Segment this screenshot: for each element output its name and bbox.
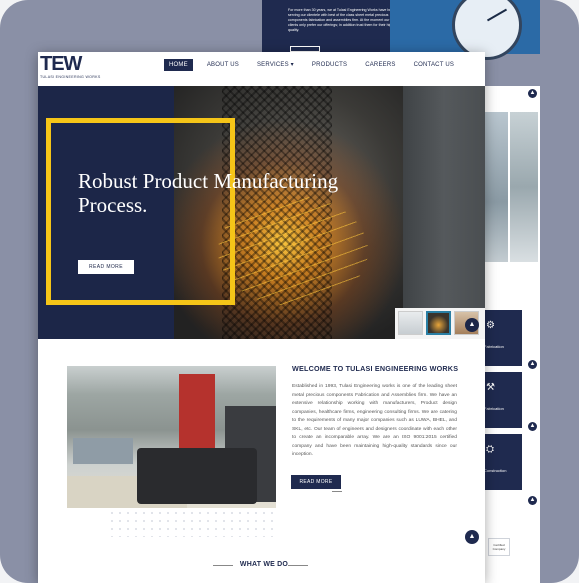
- site-header: TEW TULASI ENGINEERING WORKS HOME ABOUT …: [38, 52, 485, 86]
- slide-thumbnail-active[interactable]: [426, 311, 451, 335]
- background-right-page: ▲ ⚙ Fabrication ▲ ⚒ Fabrication ▲ ⛭ Cons…: [484, 86, 540, 583]
- scroll-up-icon[interactable]: ▲: [528, 89, 537, 98]
- nav-products[interactable]: PRODUCTS: [312, 59, 347, 71]
- fabrication-icon: ⚙: [486, 320, 495, 331]
- service-tile[interactable]: ⛭ Construction: [484, 434, 522, 490]
- service-tile-label: Fabrication: [484, 344, 504, 349]
- nav-careers[interactable]: CAREERS: [365, 59, 395, 71]
- logo-tagline: TULASI ENGINEERING WORKS: [40, 75, 101, 79]
- construction-icon: ⛭: [486, 444, 494, 455]
- assembly-icon: ⚒: [486, 382, 495, 393]
- service-tile[interactable]: ⚒ Fabrication: [484, 372, 522, 428]
- scroll-up-icon[interactable]: ▲: [465, 530, 479, 544]
- heading-line-right: [288, 565, 308, 566]
- background-machine-photo: [484, 112, 508, 262]
- background-machine-photo: [510, 112, 538, 262]
- scroll-up-icon[interactable]: ▲: [528, 360, 537, 369]
- about-body: Established in 1993, Tulasi Engineering …: [292, 384, 457, 457]
- workshop-machine: [73, 438, 133, 464]
- scroll-up-icon[interactable]: ▲: [528, 422, 537, 431]
- hero-heading: Robust Product Manufacturing Process.: [78, 169, 339, 217]
- workshop-press-brake: [137, 448, 257, 504]
- service-tile[interactable]: ⚙ Fabrication: [484, 310, 522, 366]
- site-logo[interactable]: TEW TULASI ENGINEERING WORKS: [40, 54, 104, 82]
- hero-wall: [403, 86, 485, 339]
- about-title: WELCOME TO TULASI ENGINEERING WORKS: [292, 364, 459, 373]
- background-banner-text: For more than 30 years, we at Tulasi Eng…: [288, 8, 396, 32]
- main-nav: HOME ABOUT US SERVICES ▾ PRODUCTS CAREER…: [164, 59, 472, 71]
- about-section: WELCOME TO TULASI ENGINEERING WORKS Esta…: [38, 339, 485, 583]
- scroll-up-icon[interactable]: ▲: [465, 318, 479, 332]
- hero-read-more-button[interactable]: READ MORE: [78, 260, 134, 274]
- nav-contact-us[interactable]: CONTACT US: [414, 59, 454, 71]
- service-tile-label: Construction: [484, 468, 507, 473]
- service-tile-label: Fabrication: [484, 406, 504, 411]
- workshop-photo: [67, 366, 276, 508]
- nav-home[interactable]: HOME: [164, 59, 193, 71]
- hero-slider: Robust Product Manufacturing Process. RE…: [38, 86, 485, 339]
- website-page: TEW TULASI ENGINEERING WORKS HOME ABOUT …: [38, 52, 485, 583]
- mockup-frame: For more than 30 years, we at Tulasi Eng…: [0, 0, 579, 583]
- logo-mark: TEW: [40, 53, 82, 75]
- dot-pattern: [108, 509, 273, 537]
- slide-thumbnail[interactable]: [398, 311, 423, 335]
- nav-services[interactable]: SERVICES ▾: [257, 59, 294, 71]
- nav-about-us[interactable]: ABOUT US: [207, 59, 239, 71]
- certification-badge: Certified Company: [488, 538, 510, 556]
- scroll-up-icon[interactable]: ▲: [528, 496, 537, 505]
- about-read-more-button[interactable]: READ MORE: [291, 475, 341, 489]
- button-underline: [332, 491, 342, 492]
